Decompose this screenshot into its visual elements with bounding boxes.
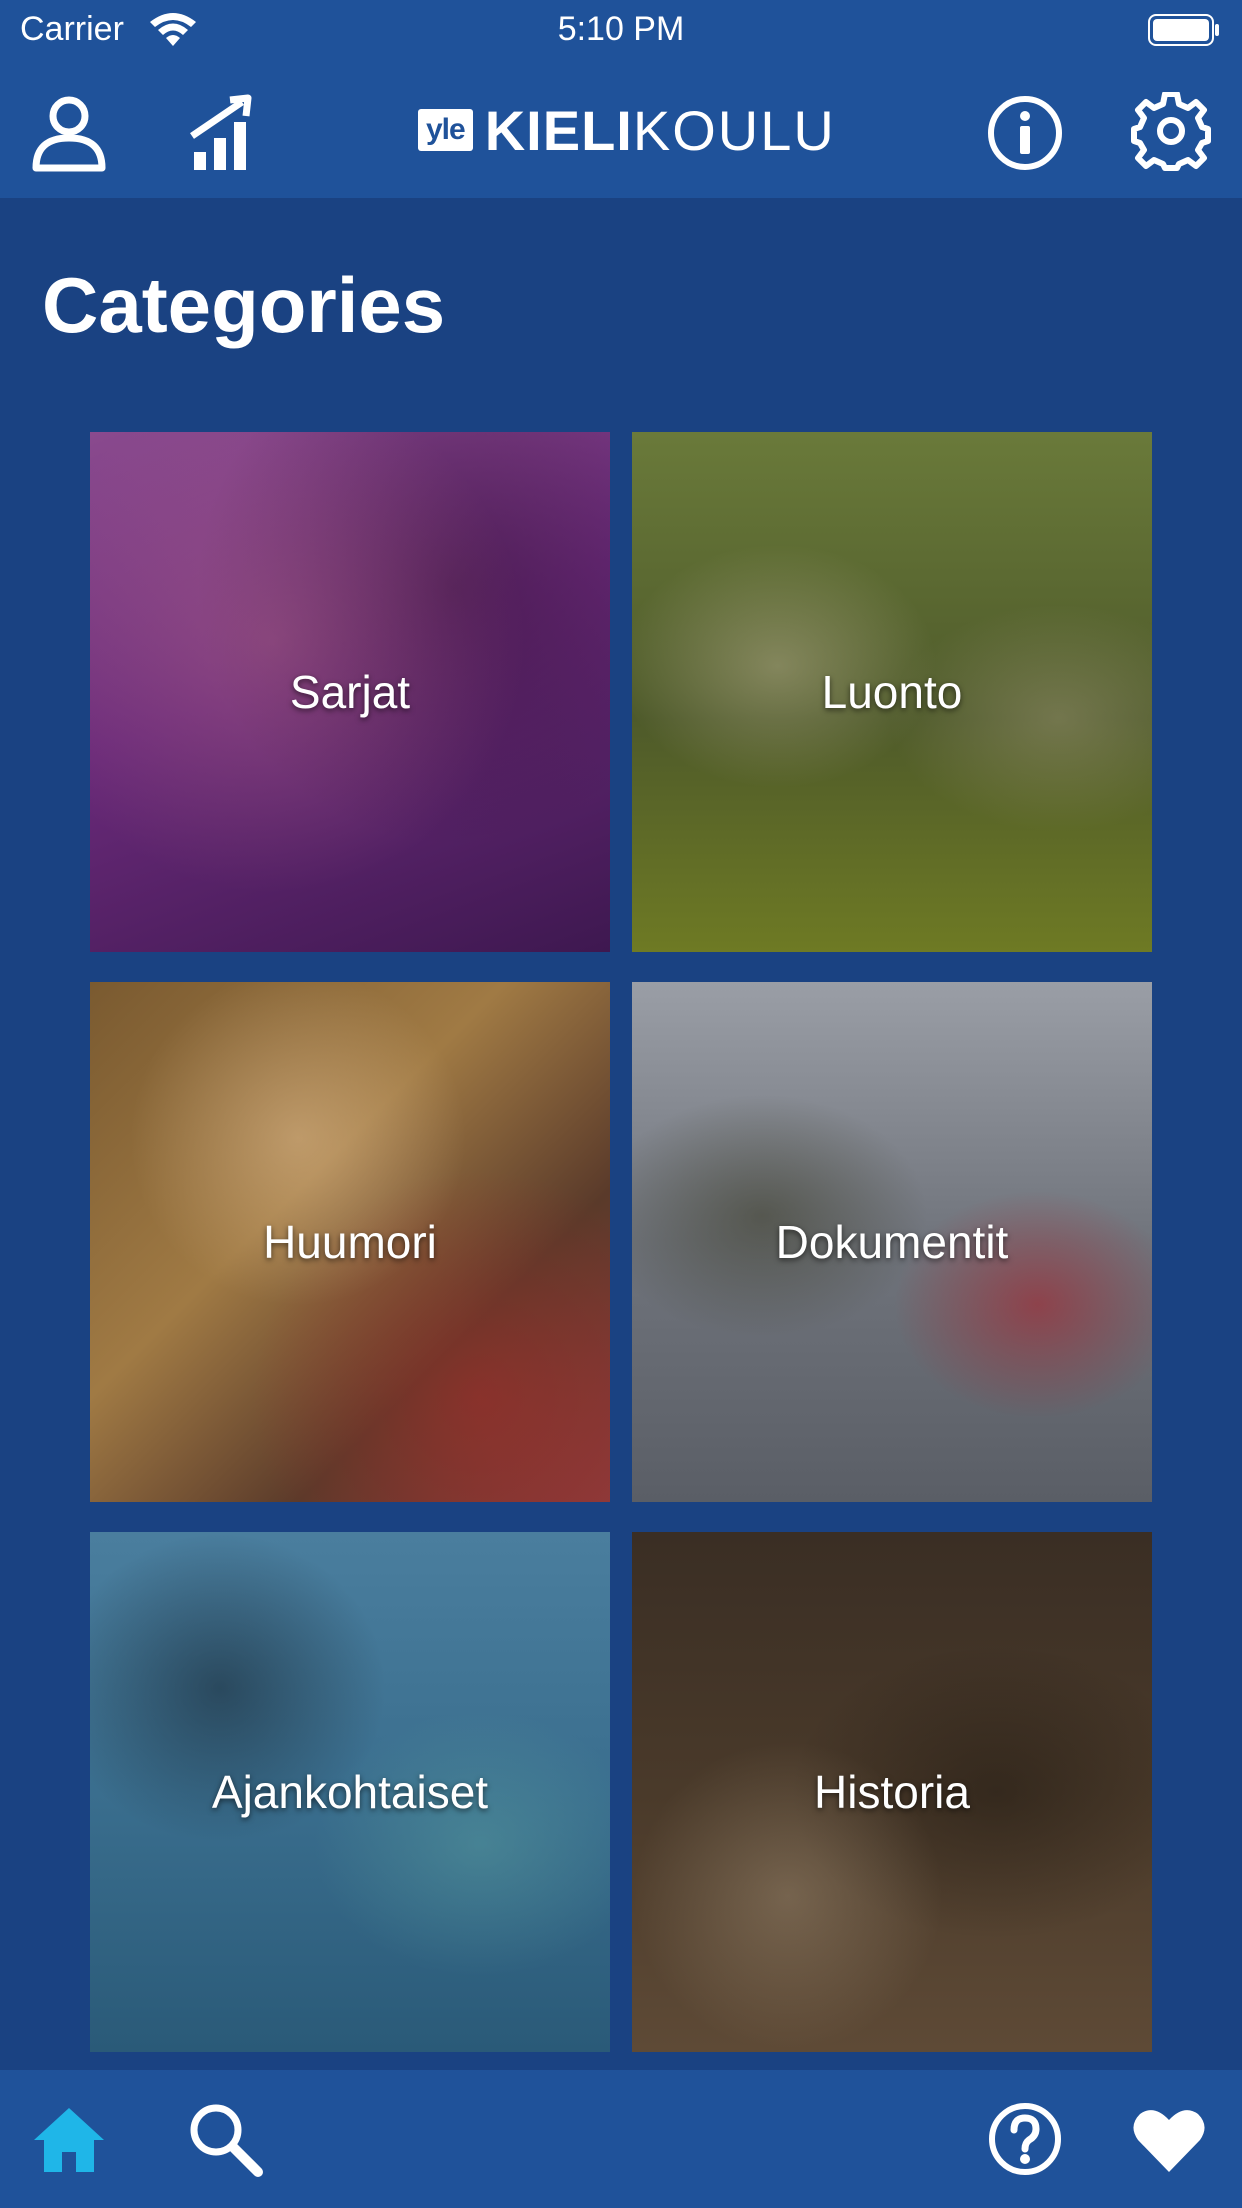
battery-icon — [1148, 14, 1220, 46]
info-icon[interactable] — [984, 92, 1066, 174]
logo-yle-mark: yle — [418, 109, 473, 151]
search-icon[interactable] — [186, 2100, 264, 2178]
status-time: 5:10 PM — [557, 10, 685, 48]
page-title: Categories — [42, 261, 446, 349]
category-tile-historia[interactable]: Historia — [632, 1532, 1152, 2052]
category-label: Ajankohtaiset — [211, 1766, 489, 1818]
top-nav-bar: yle KIELI KOULU — [0, 62, 1242, 198]
category-tile-ajankohtaiset[interactable]: Ajankohtaiset — [90, 1532, 610, 2052]
category-label: Sarjat — [289, 666, 411, 718]
category-label: Dokumentit — [775, 1216, 1009, 1268]
bottom-tab-bar — [0, 2070, 1242, 2208]
profile-icon[interactable] — [28, 92, 110, 174]
home-icon[interactable] — [30, 2100, 108, 2178]
category-label: Historia — [814, 1766, 970, 1818]
category-grid: Sarjat Luonto Huumori Dokumentit Ajankoh… — [90, 432, 1152, 2052]
category-label: Luonto — [821, 666, 963, 718]
settings-icon[interactable] — [1130, 91, 1212, 174]
category-tile-huumori[interactable]: Huumori — [90, 982, 610, 1502]
stats-icon[interactable] — [184, 92, 266, 174]
status-bar: Carrier 5:10 PM — [0, 0, 1242, 62]
category-tile-sarjat[interactable]: Sarjat — [90, 432, 610, 952]
logo-bold-text: KIELI — [484, 98, 633, 162]
logo-light-text: KOULU — [632, 98, 836, 162]
category-tile-luonto[interactable]: Luonto — [632, 432, 1152, 952]
help-icon[interactable] — [986, 2100, 1064, 2178]
category-label: Huumori — [263, 1216, 437, 1268]
app-logo: yle KIELI KOULU — [418, 98, 836, 162]
category-tile-dokumentit[interactable]: Dokumentit — [632, 982, 1152, 1502]
favorites-icon[interactable] — [1130, 2100, 1208, 2178]
